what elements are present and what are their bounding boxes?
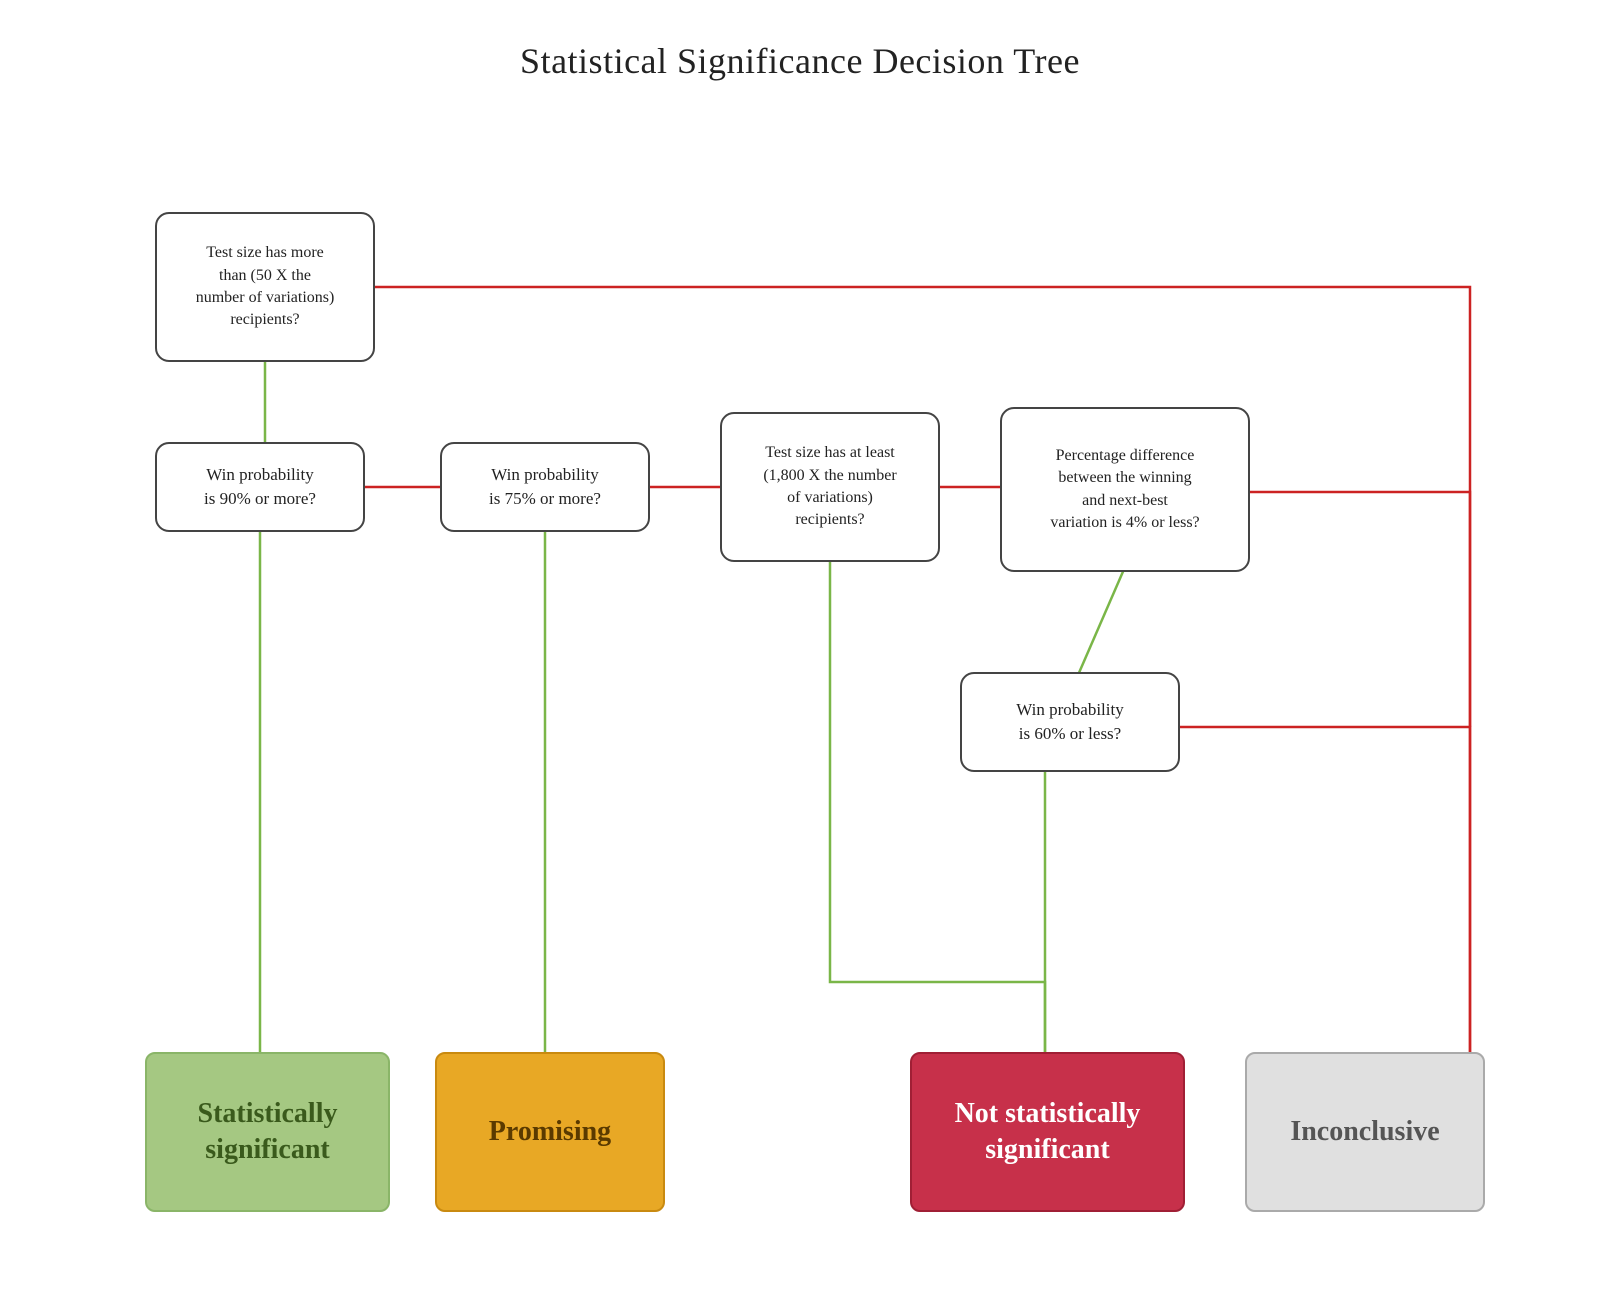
node-win-prob-90-label: Win probability is 90% or more? xyxy=(204,463,316,511)
diagram-container: Test size has more than (50 X the number… xyxy=(100,112,1500,1262)
outcome-promising: Promising xyxy=(435,1052,665,1212)
outcome-inconclusive-label: Inconclusive xyxy=(1290,1114,1439,1150)
page-title: Statistical Significance Decision Tree xyxy=(520,40,1080,82)
node-win-prob-60-label: Win probability is 60% or less? xyxy=(1016,698,1123,746)
node-pct-diff: Percentage difference between the winnin… xyxy=(1000,407,1250,572)
node-test-size-1800-label: Test size has at least (1,800 X the numb… xyxy=(763,442,896,532)
node-win-prob-90: Win probability is 90% or more? xyxy=(155,442,365,532)
outcome-statistically-significant: Statistically significant xyxy=(145,1052,390,1212)
node-win-prob-75-label: Win probability is 75% or more? xyxy=(489,463,601,511)
node-win-prob-75: Win probability is 75% or more? xyxy=(440,442,650,532)
outcome-not-significant-label: Not statistically significant xyxy=(955,1096,1141,1169)
node-win-prob-60: Win probability is 60% or less? xyxy=(960,672,1180,772)
node-pct-diff-label: Percentage difference between the winnin… xyxy=(1050,445,1199,535)
node-test-size: Test size has more than (50 X the number… xyxy=(155,212,375,362)
outcome-statistically-label: Statistically significant xyxy=(198,1096,338,1169)
outcome-not-significant: Not statistically significant xyxy=(910,1052,1185,1212)
outcome-promising-label: Promising xyxy=(489,1114,611,1150)
node-test-size-label: Test size has more than (50 X the number… xyxy=(196,242,335,332)
outcome-inconclusive: Inconclusive xyxy=(1245,1052,1485,1212)
node-test-size-1800: Test size has at least (1,800 X the numb… xyxy=(720,412,940,562)
